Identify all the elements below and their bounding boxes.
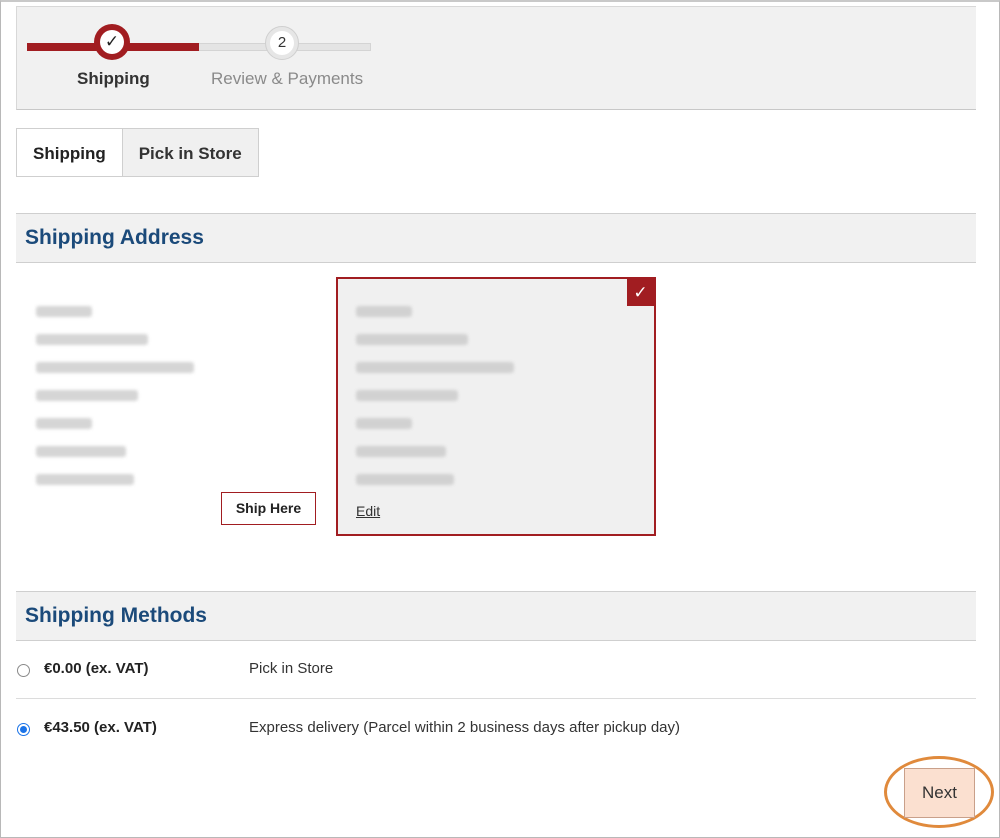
checkmark-icon: ✓ <box>100 30 124 54</box>
step-1-indicator: ✓ <box>94 24 130 60</box>
address-line-blurred <box>36 418 92 429</box>
method-price: €0.00 (ex. VAT) <box>44 660 149 677</box>
section-title: Shipping Methods <box>25 604 207 627</box>
section-title: Shipping Address <box>25 226 204 249</box>
address-line-blurred <box>356 362 514 373</box>
tab-pick-in-store[interactable]: Pick in Store <box>122 128 259 177</box>
checkout-progress-bar: ✓ 2 Shipping Review & Payments <box>16 6 976 110</box>
step-2-indicator: 2 <box>265 26 299 60</box>
selected-check-icon: ✓ <box>627 279 654 306</box>
shipping-address-header: Shipping Address <box>16 213 976 263</box>
address-line-blurred <box>36 362 194 373</box>
tab-shipping[interactable]: Shipping <box>16 128 123 177</box>
address-line-blurred <box>356 334 468 345</box>
shipping-methods-header: Shipping Methods <box>16 591 976 641</box>
address-line-blurred <box>36 446 126 457</box>
address-line-blurred <box>356 306 412 317</box>
selected-address-lines <box>356 306 526 502</box>
method-name: Pick in Store <box>249 660 334 677</box>
step-2-number: 2 <box>270 31 294 55</box>
method-radio-pick-in-store[interactable] <box>17 664 30 677</box>
address-line-blurred <box>36 390 138 401</box>
address-line-blurred <box>356 446 446 457</box>
address-line-blurred <box>36 306 92 317</box>
method-price: €43.50 (ex. VAT) <box>44 719 157 736</box>
step-2-label: Review & Payments <box>211 69 364 88</box>
method-name: Express delivery (Parcel within 2 busine… <box>249 719 681 736</box>
step-1-label: Shipping <box>77 69 150 88</box>
shipping-method-row[interactable]: €0.00 (ex. VAT) Pick in Store <box>16 641 976 699</box>
method-radio-express-delivery[interactable] <box>17 723 30 736</box>
edit-address-link[interactable]: Edit <box>356 503 380 519</box>
address-line-blurred <box>356 418 412 429</box>
address-card-unselected <box>36 306 206 502</box>
next-button[interactable]: Next <box>904 768 975 818</box>
address-line-blurred <box>36 334 148 345</box>
address-line-blurred <box>36 474 134 485</box>
address-line-blurred <box>356 474 454 485</box>
shipping-method-row[interactable]: €43.50 (ex. VAT) Express delivery (Parce… <box>16 700 976 758</box>
address-line-blurred <box>356 390 458 401</box>
delivery-tabs: Shipping Pick in Store <box>16 128 259 177</box>
ship-here-button[interactable]: Ship Here <box>221 492 316 525</box>
